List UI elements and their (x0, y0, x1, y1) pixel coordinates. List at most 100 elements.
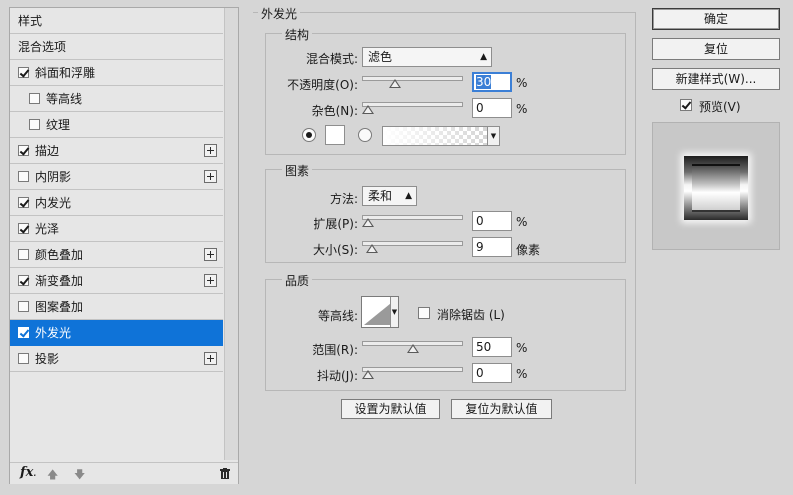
style-item[interactable]: 样式 (10, 8, 223, 34)
outer-glow-title: 外发光 (258, 5, 301, 22)
noise-slider[interactable] (362, 99, 463, 115)
opacity-slider-thumb[interactable] (388, 79, 401, 88)
opacity-input[interactable]: 30 (472, 72, 512, 92)
new-style-button[interactable]: 新建样式(W)... (652, 68, 780, 90)
glow-gradient-picker[interactable]: ▼ (382, 126, 500, 146)
style-item-label: 内阴影 (35, 170, 72, 184)
range-slider[interactable] (362, 338, 463, 354)
style-item-checkbox[interactable] (18, 353, 29, 364)
style-item[interactable]: 等高线 (10, 86, 223, 112)
style-item-label: 等高线 (46, 92, 83, 106)
style-item[interactable]: 外发光 (10, 320, 223, 346)
style-item[interactable]: 光泽 (10, 216, 223, 242)
range-unit: % (516, 341, 528, 355)
style-item[interactable]: 混合选项 (10, 34, 223, 60)
opacity-label: 不透明度(O): (287, 78, 358, 92)
layer-style-list-panel: 样式混合选项斜面和浮雕等高线纹理描边内阴影内发光光泽颜色叠加渐变叠加图案叠加外发… (9, 7, 239, 484)
contour-dropdown-icon[interactable]: ▼ (390, 297, 398, 327)
range-input[interactable]: 50 (472, 337, 512, 357)
set-default-button[interactable]: 设置为默认值 (341, 399, 440, 419)
add-instance-plus-icon[interactable] (204, 352, 217, 365)
reset-default-button[interactable]: 复位为默认值 (451, 399, 552, 419)
trash-icon[interactable] (220, 468, 230, 479)
range-label: 范围(R): (312, 343, 358, 357)
preview-checkbox[interactable] (680, 99, 692, 111)
ok-button[interactable]: 确定 (652, 8, 780, 30)
style-item-checkbox[interactable] (18, 145, 29, 156)
style-list: 样式混合选项斜面和浮雕等高线纹理描边内阴影内发光光泽颜色叠加渐变叠加图案叠加外发… (10, 8, 223, 372)
updown-arrows-icon: ▲ (480, 52, 487, 62)
style-item[interactable]: 颜色叠加 (10, 242, 223, 268)
style-item[interactable]: 投影 (10, 346, 223, 372)
style-item-label: 外发光 (35, 326, 72, 340)
blend-mode-select[interactable]: 滤色 ▲ (362, 47, 492, 67)
contour-picker[interactable]: ▼ (361, 296, 399, 328)
opacity-slider[interactable] (362, 73, 463, 89)
spread-slider[interactable] (362, 212, 463, 228)
style-preview-thumbnail (652, 122, 780, 250)
gradient-dropdown-icon[interactable]: ▼ (487, 127, 499, 145)
quality-title: 品质 (282, 272, 313, 289)
style-item-label: 纹理 (46, 118, 71, 132)
jitter-label: 抖动(J): (317, 369, 358, 383)
size-slider-thumb[interactable] (365, 244, 378, 253)
style-item-checkbox[interactable] (18, 249, 29, 260)
style-item-label: 颜色叠加 (35, 248, 84, 262)
move-down-arrow-icon[interactable]: 🡇 (74, 466, 85, 485)
glow-color-swatch[interactable] (325, 125, 345, 145)
antialias-checkbox[interactable] (418, 307, 430, 319)
add-instance-plus-icon[interactable] (204, 248, 217, 261)
size-input[interactable]: 9 (472, 237, 512, 257)
style-preview-sample (684, 156, 748, 220)
jitter-unit: % (516, 367, 528, 381)
style-item-label: 图案叠加 (35, 300, 84, 314)
noise-input[interactable]: 0 (472, 98, 512, 118)
add-instance-plus-icon[interactable] (204, 274, 217, 287)
style-item-checkbox[interactable] (18, 197, 29, 208)
jitter-input[interactable]: 0 (472, 363, 512, 383)
style-item-label: 描边 (35, 144, 60, 158)
style-item-label: 样式 (18, 14, 43, 28)
style-item-checkbox[interactable] (18, 327, 29, 338)
solid-color-radio[interactable] (302, 128, 316, 142)
style-item-label: 渐变叠加 (35, 274, 84, 288)
size-unit: 像素 (516, 243, 541, 257)
style-item-checkbox[interactable] (18, 275, 29, 286)
style-list-scrollbar[interactable] (224, 8, 238, 460)
style-item-label: 投影 (35, 352, 60, 366)
style-item[interactable]: 图案叠加 (10, 294, 223, 320)
add-instance-plus-icon[interactable] (204, 144, 217, 157)
range-slider-thumb[interactable] (406, 344, 419, 353)
jitter-slider[interactable] (362, 364, 463, 380)
size-slider[interactable] (362, 238, 463, 254)
style-item-checkbox[interactable] (29, 119, 40, 130)
style-item-checkbox[interactable] (18, 223, 29, 234)
spread-input[interactable]: 0 (472, 211, 512, 231)
reset-button[interactable]: 复位 (652, 38, 780, 60)
style-item[interactable]: 内发光 (10, 190, 223, 216)
preview-label: 预览(V) (699, 100, 741, 114)
spread-slider-thumb[interactable] (362, 218, 374, 227)
style-item-checkbox[interactable] (18, 301, 29, 312)
noise-slider-thumb[interactable] (362, 105, 374, 114)
updown-arrows-icon: ▲ (405, 191, 412, 201)
style-item-checkbox[interactable] (18, 67, 29, 78)
spread-unit: % (516, 215, 528, 229)
size-label: 大小(S): (312, 243, 358, 257)
style-item-checkbox[interactable] (18, 171, 29, 182)
gradient-radio[interactable] (358, 128, 372, 142)
technique-select[interactable]: 柔和 ▲ (362, 186, 417, 206)
style-item[interactable]: 斜面和浮雕 (10, 60, 223, 86)
move-up-arrow-icon[interactable]: 🡅 (47, 466, 58, 485)
style-item-checkbox[interactable] (29, 93, 40, 104)
jitter-slider-thumb[interactable] (362, 370, 374, 379)
style-item-label: 内发光 (35, 196, 72, 210)
style-item[interactable]: 描边 (10, 138, 223, 164)
style-item[interactable]: 内阴影 (10, 164, 223, 190)
style-item[interactable]: 纹理 (10, 112, 223, 138)
fx-menu-button[interactable]: fx. (20, 465, 36, 480)
style-list-footer: fx. 🡅 🡇 (10, 462, 238, 484)
style-item-label: 斜面和浮雕 (35, 66, 96, 80)
add-instance-plus-icon[interactable] (204, 170, 217, 183)
style-item[interactable]: 渐变叠加 (10, 268, 223, 294)
